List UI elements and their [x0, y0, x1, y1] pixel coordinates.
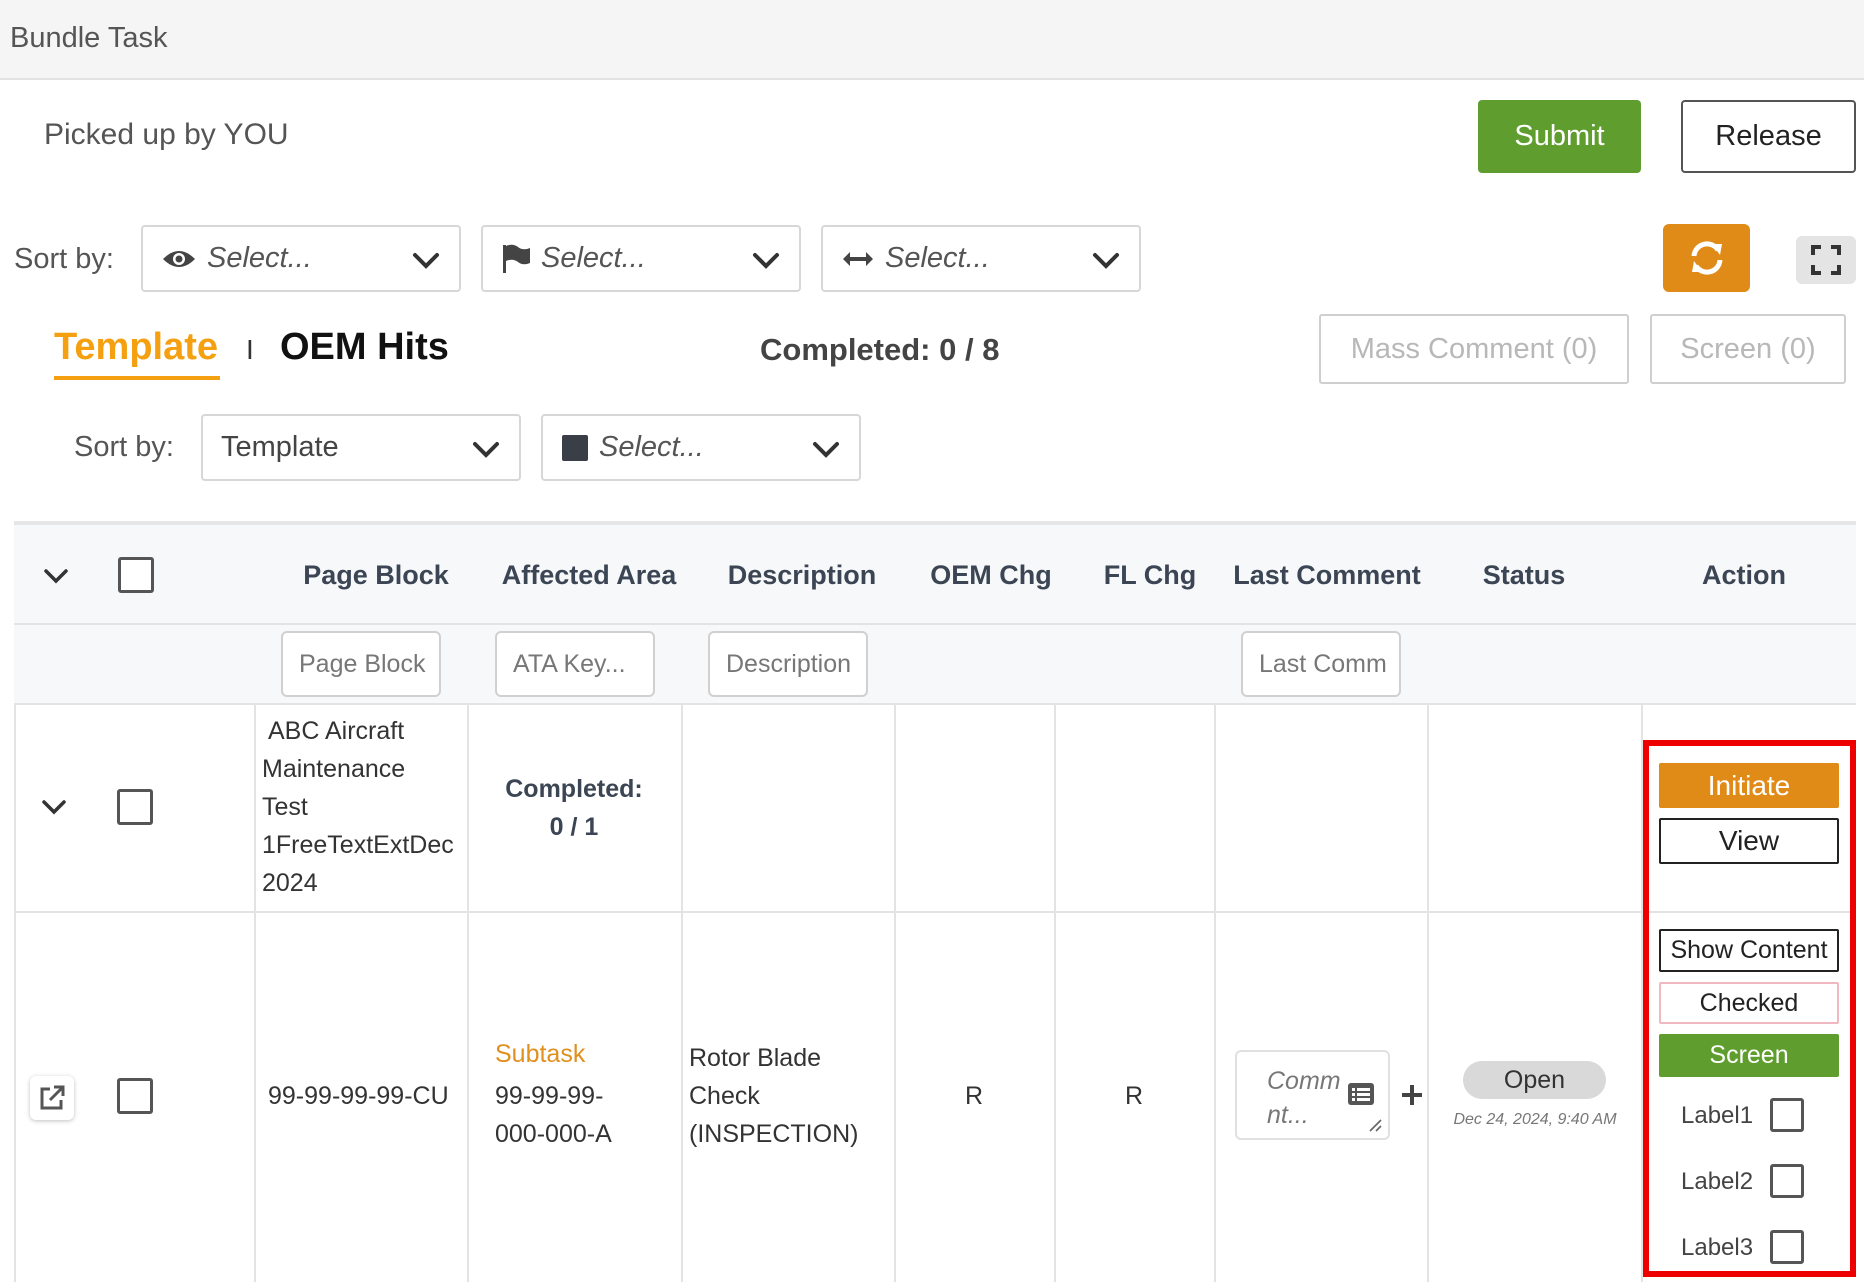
- sort-select-flag[interactable]: Select...: [481, 225, 801, 292]
- submit-button[interactable]: Submit: [1478, 100, 1641, 173]
- add-comment-icon[interactable]: [1400, 1083, 1424, 1107]
- column-divider: [1054, 705, 1056, 1282]
- tab-oem-hits[interactable]: OEM Hits: [280, 326, 449, 369]
- page-block-line: 2024: [262, 869, 318, 897]
- flag-icon: [503, 244, 530, 273]
- description-line: (INSPECTION): [689, 1120, 859, 1148]
- page-block-cell: ABC Aircraft Maintenance Test 1FreeTextE…: [262, 712, 467, 902]
- screen-bulk-button[interactable]: Screen (0): [1650, 314, 1846, 384]
- row-completed-cell: Completed: 0 / 1: [467, 770, 681, 846]
- column-divider: [254, 705, 256, 1282]
- sort-template-select[interactable]: Template: [201, 414, 521, 481]
- page-block-line: 1FreeTextExtDec: [262, 831, 454, 859]
- fullscreen-icon: [1811, 245, 1841, 275]
- status-timestamp: Dec 24, 2024, 9:40 AM: [1453, 1111, 1617, 1128]
- row-checkbox[interactable]: [117, 789, 153, 825]
- description-filter-input[interactable]: Description: [708, 631, 868, 697]
- row-checkbox[interactable]: [117, 1078, 153, 1114]
- column-divider: [894, 705, 896, 1282]
- column-divider: [1214, 705, 1216, 1282]
- chevron-down-icon: [1093, 253, 1119, 269]
- filter-row: Page Block ATA Key... Description Last C…: [14, 625, 1856, 705]
- list-icon[interactable]: [1347, 1082, 1375, 1106]
- mass-comment-button[interactable]: Mass Comment (0): [1319, 314, 1629, 384]
- table-header: Page Block Affected Area Description OEM…: [14, 525, 1856, 625]
- page-block-line: Test: [262, 793, 308, 821]
- title-bar: Bundle Task: [0, 0, 1864, 80]
- sort-select-placeholder: Select...: [885, 242, 990, 274]
- chevron-down-icon[interactable]: [41, 561, 71, 591]
- affected-area-line: 000-000-A: [495, 1120, 612, 1148]
- chevron-down-icon: [473, 442, 499, 458]
- page-title: Bundle Task: [10, 22, 168, 54]
- select-all-checkbox[interactable]: [118, 557, 154, 593]
- refresh-button[interactable]: [1663, 224, 1750, 292]
- comment-placeholder-line: nt...: [1267, 1101, 1309, 1129]
- active-tab-indicator: [54, 376, 220, 380]
- open-external-button[interactable]: [30, 1076, 74, 1120]
- sort-square-select[interactable]: Select...: [541, 414, 861, 481]
- sort-template-value: Template: [221, 431, 339, 463]
- fullscreen-button[interactable]: [1796, 236, 1856, 284]
- page-block-filter-input[interactable]: Page Block: [281, 631, 441, 697]
- arrows-horizontal-icon: [843, 251, 873, 266]
- affected-area-cell: Subtask 99-99-99- 000-000-A: [495, 1035, 612, 1153]
- row-completed-value: 0 / 1: [549, 813, 599, 841]
- column-header-action: Action: [1702, 559, 1786, 590]
- refresh-icon: [1691, 241, 1723, 275]
- page-block-line: ABC Aircraft: [268, 717, 405, 745]
- last-comment-filter-input[interactable]: Last Comm: [1241, 631, 1401, 697]
- sort-by-label-2: Sort by:: [74, 431, 174, 463]
- sort-select-placeholder: Select...: [599, 431, 704, 463]
- external-link-icon: [40, 1085, 65, 1110]
- affected-area-line: 99-99-99-: [495, 1082, 604, 1110]
- oem-chg-cell: R: [964, 1082, 984, 1110]
- status-badge: Open: [1463, 1061, 1606, 1099]
- description-line: Check: [689, 1082, 760, 1110]
- column-header-last-comment[interactable]: Last Comment: [1212, 525, 1442, 625]
- chevron-down-icon: [753, 253, 779, 269]
- picked-up-status: Picked up by YOU: [44, 118, 289, 151]
- row-divider: [14, 911, 1856, 913]
- column-header-page-block[interactable]: Page Block: [256, 525, 496, 625]
- fl-chg-cell: R: [1124, 1082, 1144, 1110]
- chevron-down-icon: [813, 442, 839, 458]
- sort-by-label: Sort by:: [14, 243, 114, 275]
- column-header-description[interactable]: Description: [689, 525, 915, 625]
- sort-select-arrows[interactable]: Select...: [821, 225, 1141, 292]
- comment-input[interactable]: Comm nt...: [1235, 1050, 1390, 1140]
- affected-area-type[interactable]: Subtask: [495, 1035, 612, 1073]
- tab-separator: I: [246, 334, 254, 365]
- ata-key-filter-input[interactable]: ATA Key...: [495, 631, 655, 697]
- description-line: Rotor Blade: [689, 1044, 822, 1072]
- page-block-cell: 99-99-99-99-CU: [268, 1082, 449, 1110]
- chevron-down-icon: [413, 253, 439, 269]
- comment-placeholder: Comm nt...: [1267, 1064, 1341, 1132]
- comment-placeholder-line: Comm: [1267, 1067, 1341, 1095]
- column-header-status[interactable]: Status: [1429, 525, 1619, 625]
- sort-select-placeholder: Select...: [207, 242, 312, 274]
- sort-select-eye[interactable]: Select...: [141, 225, 461, 292]
- table-left-border: [14, 705, 16, 1282]
- release-button[interactable]: Release: [1681, 100, 1856, 173]
- chevron-down-icon[interactable]: [39, 792, 69, 822]
- page-block-line: Maintenance: [262, 755, 406, 783]
- completed-count: Completed: 0 / 8: [760, 332, 1000, 367]
- eye-icon: [163, 250, 195, 267]
- column-header-affected-area[interactable]: Affected Area: [476, 525, 702, 625]
- column-divider: [681, 705, 683, 1282]
- square-icon: [562, 434, 588, 461]
- tab-template[interactable]: Template: [54, 326, 218, 369]
- resize-handle-icon[interactable]: [1367, 1117, 1383, 1133]
- highlight-box: [1643, 740, 1856, 1277]
- sort-select-placeholder: Select...: [541, 242, 646, 274]
- row-completed-label: Completed:: [505, 775, 643, 803]
- column-divider: [1427, 705, 1429, 1282]
- description-cell: Rotor Blade Check (INSPECTION): [689, 1039, 858, 1153]
